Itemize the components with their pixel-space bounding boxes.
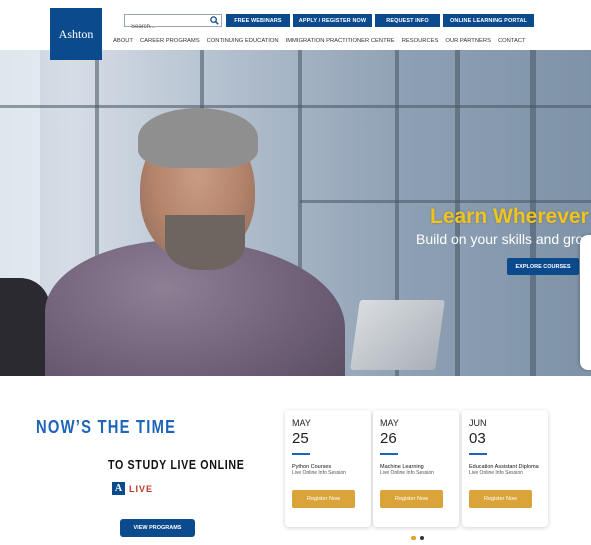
event-card: MAY 25 Python Courses Live Online Info S… xyxy=(285,410,371,527)
ashton-live-badge: A LIVE xyxy=(112,482,153,495)
nav-resources[interactable]: RESOURCES xyxy=(402,38,439,44)
search-box[interactable] xyxy=(124,14,222,33)
hero-banner: Learn Wherever Y Build on your skills an… xyxy=(0,50,591,376)
event-day: 03 xyxy=(469,430,486,447)
carousel-dot-active[interactable] xyxy=(411,536,416,540)
event-day: 26 xyxy=(380,430,397,447)
promo-heading: NOW’S THE TIME xyxy=(36,417,177,437)
hero-title: Learn Wherever Y xyxy=(430,205,591,228)
search-input[interactable] xyxy=(125,21,205,33)
event-month: MAY xyxy=(380,418,399,428)
carousel-dot[interactable] xyxy=(420,536,424,540)
nav-career-programs[interactable]: CAREER PROGRAMS xyxy=(140,38,200,44)
site-header: Ashton FREE WEBINARS APPLY / REGISTER NO… xyxy=(0,0,591,60)
hero-subtitle: Build on your skills and grow xyxy=(416,231,591,247)
online-learning-portal-button[interactable]: ONLINE LEARNING PORTAL xyxy=(443,14,534,27)
register-now-button[interactable]: Register Now xyxy=(469,490,532,508)
explore-courses-button[interactable]: EXPLORE COURSES xyxy=(507,258,579,275)
nav-about[interactable]: ABOUT xyxy=(113,38,133,44)
side-panel-card[interactable] xyxy=(580,235,591,370)
view-programs-button[interactable]: VIEW PROGRAMS xyxy=(120,519,195,537)
logo-text: Ashton xyxy=(58,26,94,41)
main-nav: ABOUT CAREER PROGRAMS CONTINUING EDUCATI… xyxy=(113,38,533,44)
ashton-a-icon: A xyxy=(112,482,125,495)
event-card: MAY 26 Machine Learning Live Online Info… xyxy=(373,410,459,527)
apply-register-button[interactable]: APPLY / REGISTER NOW xyxy=(293,14,372,27)
promo-subheading: TO STUDY LIVE ONLINE xyxy=(108,457,245,472)
event-day: 25 xyxy=(292,430,309,447)
event-subtitle: Live Online Info Session xyxy=(469,470,523,476)
nav-continuing-education[interactable]: CONTINUING EDUCATION xyxy=(207,38,279,44)
search-icon[interactable] xyxy=(210,16,219,25)
event-month: MAY xyxy=(292,418,311,428)
request-info-button[interactable]: REQUEST INFO xyxy=(375,14,440,27)
event-divider xyxy=(469,453,487,455)
nav-immigration-practitioner-centre[interactable]: IMMIGRATION PRACTITIONER CENTRE xyxy=(286,38,395,44)
nav-our-partners[interactable]: OUR PARTNERS xyxy=(445,38,491,44)
event-card: JUN 03 Education Assistant Diploma Live … xyxy=(462,410,548,527)
live-label: LIVE xyxy=(129,483,154,494)
event-divider xyxy=(380,453,398,455)
event-subtitle: Live Online Info Session xyxy=(380,470,434,476)
event-subtitle: Live Online Info Session xyxy=(292,470,346,476)
event-divider xyxy=(292,453,310,455)
event-month: JUN xyxy=(469,418,487,428)
carousel-dots xyxy=(411,536,424,540)
free-webinars-button[interactable]: FREE WEBINARS xyxy=(226,14,290,27)
register-now-button[interactable]: Register Now xyxy=(292,490,355,508)
register-now-button[interactable]: Register Now xyxy=(380,490,443,508)
nav-contact[interactable]: CONTACT xyxy=(498,38,526,44)
ashton-logo[interactable]: Ashton xyxy=(50,8,102,60)
